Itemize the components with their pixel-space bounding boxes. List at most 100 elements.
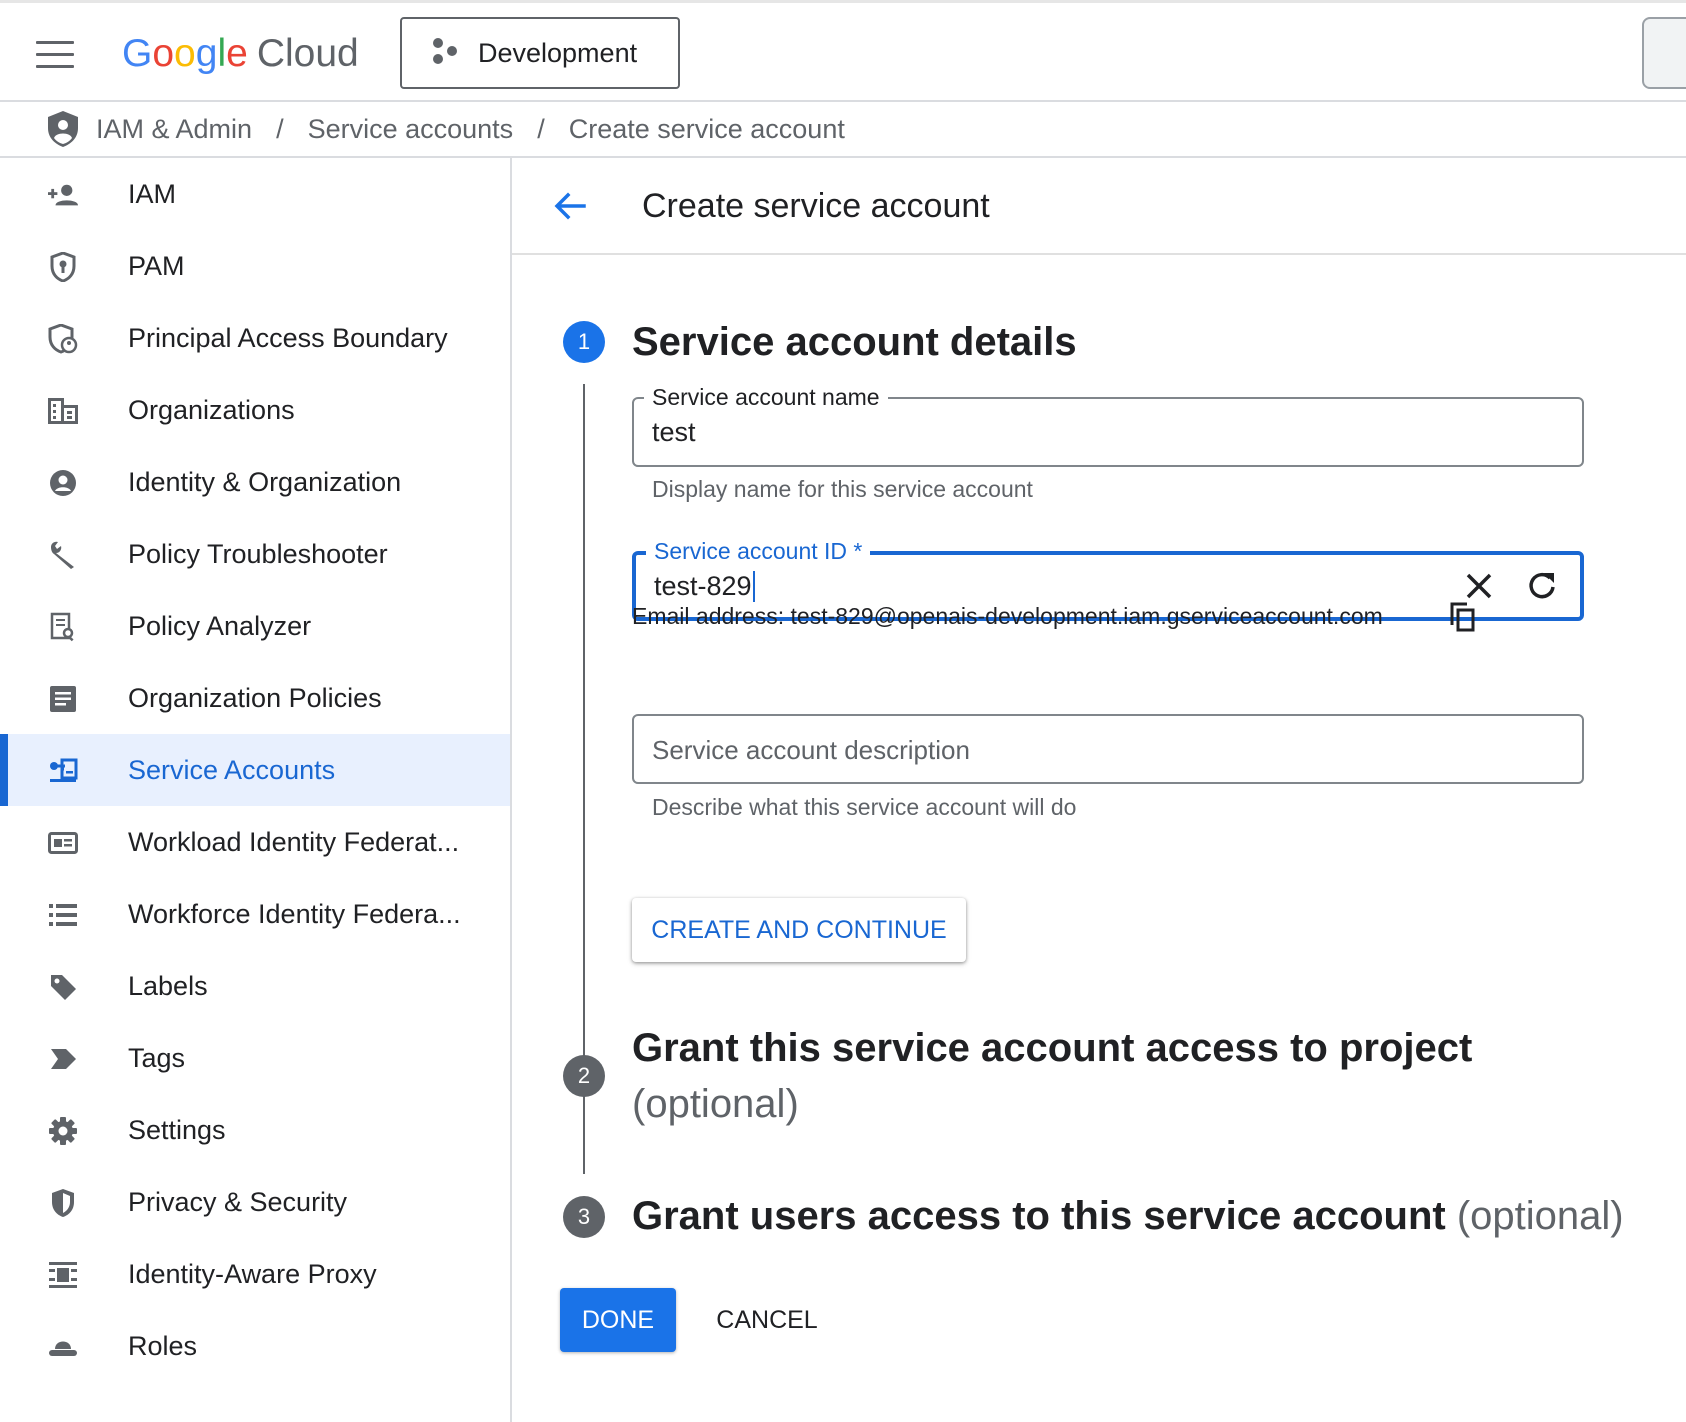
step-2-optional: (optional) <box>632 1082 799 1126</box>
menu-icon[interactable] <box>36 41 74 69</box>
list-icon <box>48 900 78 930</box>
clear-icon[interactable] <box>1464 571 1494 601</box>
sidebar-item-principal-access-boundary[interactable]: Principal Access Boundary <box>0 302 510 374</box>
refresh-icon[interactable] <box>1526 570 1558 602</box>
create-and-continue-button[interactable]: CREATE AND CONTINUE <box>632 898 966 962</box>
privacy-shield-icon <box>48 1188 78 1218</box>
sidebar-item-identity-aware-proxy[interactable]: Identity-Aware Proxy <box>0 1238 510 1310</box>
sidebar-item-label: Policy Analyzer <box>128 610 312 641</box>
sidebar-item-workforce-identity-federation[interactable]: Workforce Identity Federa... <box>0 878 510 950</box>
service-account-id-value[interactable]: test-829 <box>654 571 755 602</box>
project-picker-button[interactable]: Development <box>400 17 680 89</box>
step-2-title-text: Grant this service account access to pro… <box>632 1026 1473 1070</box>
sidebar-item-label: IAM <box>128 178 177 209</box>
project-hub-icon <box>430 36 460 71</box>
top-bar: Google Cloud Development <box>0 0 1686 102</box>
sidebar-item-organizations[interactable]: Organizations <box>0 374 510 446</box>
step-3-number: 3 <box>563 1196 605 1238</box>
service-account-description-field[interactable]: Service account description <box>632 714 1584 784</box>
sidebar-item-label: PAM <box>128 250 185 281</box>
sidebar-item-policy-troubleshooter[interactable]: Policy Troubleshooter <box>0 518 510 590</box>
sidebar-item-privacy-security[interactable]: Privacy & Security <box>0 1166 510 1238</box>
gear-icon <box>48 1116 78 1146</box>
shield-lock-icon <box>48 252 78 282</box>
sidebar-item-roles[interactable]: Roles <box>0 1310 510 1382</box>
step-connector <box>583 1144 585 1174</box>
back-arrow-icon[interactable] <box>550 186 590 226</box>
tag-chevron-icon <box>48 1044 78 1074</box>
breadcrumb-separator: / <box>537 113 545 144</box>
shield-icon <box>46 110 80 148</box>
project-name: Development <box>478 37 638 68</box>
sidebar-item-label: Settings <box>128 1114 226 1145</box>
service-account-id-label: Service account ID * <box>646 537 871 565</box>
sidebar-item-identity-organization[interactable]: Identity & Organization <box>0 446 510 518</box>
step-3-title-text: Grant users access to this service accou… <box>632 1194 1446 1238</box>
wrench-icon <box>48 540 78 570</box>
breadcrumb-service-accounts[interactable]: Service accounts <box>308 114 514 145</box>
search-bar[interactable] <box>1642 17 1686 89</box>
sidebar-item-label: Roles <box>128 1330 198 1361</box>
id-card-icon <box>48 828 78 858</box>
sidebar-item-label: Principal Access Boundary <box>128 322 448 353</box>
sidebar-item-settings[interactable]: Settings <box>0 1094 510 1166</box>
sidebar-item-service-accounts[interactable]: Service Accounts <box>0 734 510 806</box>
service-account-icon <box>48 756 78 786</box>
logo-letter: e <box>226 32 248 75</box>
service-account-name-label: Service account name <box>644 383 888 411</box>
sidebar-item-label: Privacy & Security <box>128 1186 348 1217</box>
page-header: Create service account <box>512 158 1686 255</box>
breadcrumb-separator: / <box>276 113 284 144</box>
shield-person-icon <box>48 324 78 354</box>
sidebar-item-labels[interactable]: Labels <box>0 950 510 1022</box>
done-button[interactable]: DONE <box>560 1288 676 1352</box>
email-address-text: Email address: test-829@openais-developm… <box>632 603 1383 629</box>
sidebar-item-label: Labels <box>128 970 208 1001</box>
main-content: Create service account 1 Service account… <box>512 158 1686 1422</box>
create-and-continue-label: CREATE AND CONTINUE <box>651 915 947 944</box>
sidebar-item-pam[interactable]: PAM <box>0 230 510 302</box>
step-1-title: Service account details <box>632 320 1077 364</box>
step-3-title: Grant users access to this service accou… <box>632 1188 1624 1244</box>
sidebar-item-tags[interactable]: Tags <box>0 1022 510 1094</box>
step-1-number: 1 <box>563 321 605 363</box>
step-3-optional: (optional) <box>1456 1194 1624 1238</box>
sidebar-item-label: Identity-Aware Proxy <box>128 1258 377 1289</box>
service-account-name-value[interactable]: test <box>652 417 696 448</box>
step-connector <box>583 384 585 1166</box>
cancel-label: CANCEL <box>716 1305 818 1334</box>
logo-wordmark: Google <box>122 32 248 75</box>
sidebar-item-policy-analyzer[interactable]: Policy Analyzer <box>0 590 510 662</box>
google-cloud-logo[interactable]: Google Cloud <box>122 27 359 81</box>
breadcrumb-current: Create service account <box>568 113 845 144</box>
page-title: Create service account <box>642 187 990 225</box>
breadcrumb-iam-admin[interactable]: IAM & Admin <box>96 114 252 145</box>
logo-letter: G <box>122 32 153 75</box>
sidebar-item-organization-policies[interactable]: Organization Policies <box>0 662 510 734</box>
copy-icon[interactable] <box>1449 601 1477 633</box>
done-label: DONE <box>581 1305 655 1334</box>
sidebar-item-workload-identity-federation[interactable]: Workload Identity Federat... <box>0 806 510 878</box>
service-account-description-placeholder[interactable]: Service account description <box>652 735 970 766</box>
sidebar-item-label: Organization Policies <box>128 682 382 713</box>
step-2-number: 2 <box>563 1055 605 1097</box>
logo-letter: l <box>217 32 227 75</box>
cancel-button[interactable]: CANCEL <box>708 1288 826 1352</box>
logo-letter: o <box>174 32 196 75</box>
service-account-name-hint: Display name for this service account <box>652 476 1033 502</box>
article-icon <box>48 684 78 714</box>
sidebar-item-label: Identity & Organization <box>128 466 402 497</box>
sidebar-item-iam[interactable]: IAM <box>0 158 510 230</box>
sidebar-item-label: Organizations <box>128 394 295 425</box>
logo-suffix: Cloud <box>256 32 359 75</box>
service-account-description-hint: Describe what this service account will … <box>652 794 1077 820</box>
sidebar-item-label: Workload Identity Federat... <box>128 826 460 857</box>
account-circle-icon <box>48 468 78 498</box>
step-2-title: Grant this service account access to pro… <box>632 1020 1532 1132</box>
service-account-name-field[interactable]: Service account name test <box>632 383 1584 467</box>
document-search-icon <box>48 612 78 642</box>
hat-icon <box>48 1332 78 1362</box>
breadcrumb: IAM & Admin / Service accounts / Create … <box>0 102 1686 158</box>
sidebar-nav: IAM PAM Principal Access Boundary Organi… <box>0 158 512 1422</box>
sidebar-item-label: Workforce Identity Federa... <box>128 898 461 929</box>
